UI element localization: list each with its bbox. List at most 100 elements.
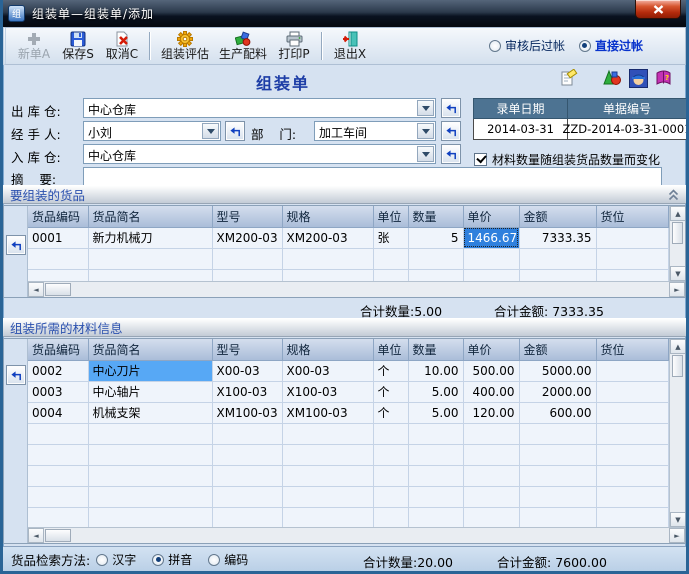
dropdown-arrow-icon[interactable]	[417, 146, 434, 162]
grid-cell[interactable]	[88, 444, 212, 465]
grid-cell[interactable]	[596, 465, 669, 486]
handler-combobox[interactable]: 小刘	[83, 121, 221, 141]
grid-cell[interactable]: 新力机械刀	[88, 227, 212, 248]
close-button[interactable]	[635, 0, 681, 19]
grid-cell[interactable]	[463, 248, 519, 269]
grid-cell[interactable]: 120.00	[463, 402, 519, 423]
grid-cell[interactable]	[596, 444, 669, 465]
radio-post-directly[interactable]: 直接过帐	[579, 37, 643, 54]
grid-cell[interactable]: 0001	[28, 227, 88, 248]
grid-cell[interactable]	[596, 248, 669, 269]
grid-cell[interactable]	[408, 444, 463, 465]
scroll-left-icon[interactable]: ◄	[28, 282, 44, 297]
grid-cell[interactable]	[463, 507, 519, 527]
grid-cell[interactable]	[373, 423, 408, 444]
grid-cell[interactable]	[88, 465, 212, 486]
grid-cell[interactable]: X100-03	[212, 381, 282, 402]
grid-cell[interactable]	[212, 444, 282, 465]
product-lookup-button[interactable]	[6, 235, 26, 255]
grid-cell[interactable]: 500.00	[463, 360, 519, 381]
grid-cell[interactable]: 400.00	[463, 381, 519, 402]
grid-cell[interactable]	[519, 507, 596, 527]
help-book-icon[interactable]: ?	[654, 69, 673, 88]
grid-cell[interactable]: 5	[408, 227, 463, 248]
grid-cell[interactable]	[373, 507, 408, 527]
grid-cell[interactable]: X100-03	[282, 381, 373, 402]
grid-cell[interactable]: 0002	[28, 360, 88, 381]
grid-cell[interactable]	[373, 486, 408, 507]
grid-cell[interactable]: 中心刀片	[88, 360, 212, 381]
grid-cell[interactable]: 张	[373, 227, 408, 248]
radio-pinyin[interactable]: 拼音	[152, 551, 192, 568]
grid-cell[interactable]: X00-03	[212, 360, 282, 381]
exit-button[interactable]: 退出X	[328, 29, 372, 62]
scroll-down-icon[interactable]: ▼	[670, 266, 685, 281]
grid-cell[interactable]	[88, 486, 212, 507]
in-warehouse-combobox[interactable]: 中心仓库	[83, 144, 436, 164]
grid-cell[interactable]	[519, 444, 596, 465]
grid-cell[interactable]	[212, 465, 282, 486]
grid-cell[interactable]: XM100-03	[282, 402, 373, 423]
grid-cell[interactable]	[212, 423, 282, 444]
grid-cell[interactable]: 个	[373, 381, 408, 402]
scrollbar-thumb[interactable]	[45, 283, 71, 296]
material-lookup-button[interactable]	[6, 365, 26, 385]
grid-cell[interactable]	[28, 465, 88, 486]
vertical-scrollbar[interactable]: ▲ ▼	[669, 206, 685, 281]
form-design-icon[interactable]	[559, 69, 578, 88]
grid-cell[interactable]	[373, 444, 408, 465]
operator-icon[interactable]	[629, 69, 648, 88]
grid-cell[interactable]: 2000.00	[519, 381, 596, 402]
grid-cell[interactable]: 个	[373, 360, 408, 381]
grid-cell[interactable]	[282, 507, 373, 527]
grid-cell[interactable]	[373, 248, 408, 269]
grid-cell[interactable]	[212, 507, 282, 527]
grid-cell[interactable]	[408, 507, 463, 527]
grid-cell[interactable]	[519, 423, 596, 444]
scrollbar-thumb[interactable]	[672, 222, 683, 244]
grid-cell[interactable]: 机械支架	[88, 402, 212, 423]
grid-cell[interactable]: 600.00	[519, 402, 596, 423]
scrollbar-thumb[interactable]	[672, 355, 683, 377]
grid-cell[interactable]	[28, 248, 88, 269]
grid-cell[interactable]	[408, 465, 463, 486]
grid-cell[interactable]: 5.00	[408, 402, 463, 423]
grid-cell[interactable]: 个	[373, 402, 408, 423]
scroll-up-icon[interactable]: ▲	[670, 206, 685, 221]
grid-cell[interactable]	[463, 465, 519, 486]
save-button[interactable]: 保存S	[56, 29, 100, 62]
grid-cell[interactable]	[212, 486, 282, 507]
grid-cell[interactable]	[88, 423, 212, 444]
scroll-right-icon[interactable]: ►	[669, 282, 685, 297]
grid-cell[interactable]: X00-03	[282, 360, 373, 381]
grid-cell[interactable]	[596, 360, 669, 381]
grid-cell[interactable]	[519, 269, 596, 281]
handler-lookup-button[interactable]	[225, 121, 245, 141]
grid-cell[interactable]	[282, 269, 373, 281]
summary-input[interactable]	[83, 167, 662, 186]
grid-cell[interactable]	[373, 269, 408, 281]
grid-cell[interactable]: 0003	[28, 381, 88, 402]
grid-cell[interactable]	[408, 423, 463, 444]
dropdown-arrow-icon[interactable]	[417, 123, 434, 139]
theme-icon[interactable]	[603, 69, 622, 88]
grid-cell[interactable]	[519, 248, 596, 269]
grid-cell[interactable]	[463, 444, 519, 465]
horizontal-scrollbar[interactable]: ◄ ►	[28, 281, 685, 297]
grid-cell[interactable]: 中心轴片	[88, 381, 212, 402]
out-warehouse-lookup-button[interactable]	[441, 98, 461, 118]
collapse-chevron-icon[interactable]	[668, 189, 679, 201]
in-warehouse-lookup-button[interactable]	[441, 144, 461, 164]
grid-cell[interactable]	[596, 381, 669, 402]
grid-cell[interactable]: 1466.67	[463, 227, 519, 248]
department-combobox[interactable]: 加工车间	[314, 121, 436, 141]
scroll-down-icon[interactable]: ▼	[670, 512, 685, 527]
out-warehouse-combobox[interactable]: 中心仓库	[83, 98, 436, 118]
grid-cell[interactable]	[88, 248, 212, 269]
horizontal-scrollbar[interactable]: ◄ ►	[28, 527, 685, 543]
grid-cell[interactable]	[373, 465, 408, 486]
vertical-scrollbar[interactable]: ▲ ▼	[669, 339, 685, 527]
grid-cell[interactable]	[596, 507, 669, 527]
grid-cell[interactable]	[408, 269, 463, 281]
dropdown-arrow-icon[interactable]	[202, 123, 219, 139]
